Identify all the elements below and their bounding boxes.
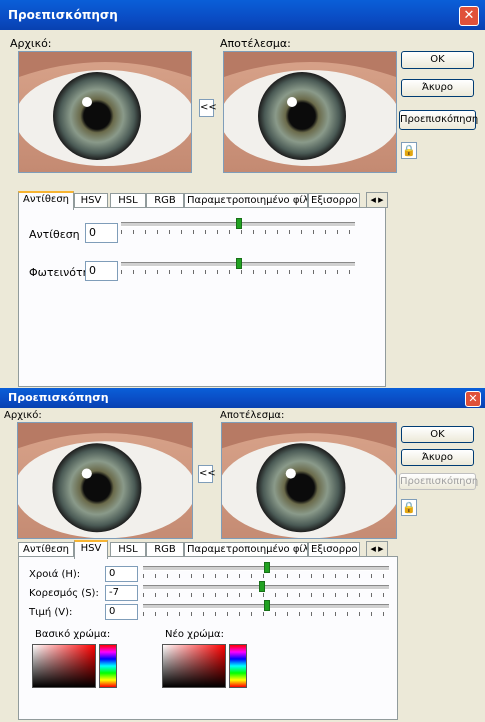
lock-icon[interactable]: 🔒 <box>401 499 417 516</box>
preview-button[interactable]: Προεπισκόπηση <box>399 473 478 490</box>
slider-thumb[interactable] <box>264 562 270 573</box>
hue-input[interactable]: 0 <box>105 566 138 582</box>
slider-ticks <box>121 230 355 234</box>
tab-hsl[interactable]: HSL <box>110 193 146 208</box>
cancel-button[interactable]: Άκυρο <box>401 79 474 97</box>
lock-icon[interactable]: 🔒 <box>401 142 417 159</box>
new-hue-bar[interactable] <box>229 644 247 688</box>
original-label: Αρχικό: <box>4 410 42 421</box>
slider-thumb[interactable] <box>236 258 242 269</box>
title-bar: Προεπισκόπηση ✕ <box>0 0 485 30</box>
brightness-input[interactable]: 0 <box>85 261 118 281</box>
value-label: Τιμή (V): <box>29 607 73 618</box>
slider-track <box>143 585 389 590</box>
result-image <box>223 51 397 173</box>
base-color-picker[interactable] <box>32 644 96 688</box>
base-hue-bar[interactable] <box>99 644 117 688</box>
ok-button[interactable]: OK <box>401 51 474 69</box>
tab-rgb[interactable]: RGB <box>146 193 184 208</box>
hue-slider[interactable] <box>143 562 389 578</box>
result-image <box>221 422 397 539</box>
tab-custom-filter[interactable]: Παραμετροποιημένο φίλτρο <box>184 193 308 208</box>
original-image <box>18 51 192 173</box>
window-title: Προεπισκόπηση <box>8 391 109 404</box>
brightness-slider[interactable] <box>121 258 355 276</box>
saturation-input[interactable]: -7 <box>105 585 138 601</box>
title-bar: Προεπισκόπηση ✕ <box>0 388 485 408</box>
preview-dialog-contrast: Προεπισκόπηση ✕ Αρχικό: Αποτέλεσμα: << O… <box>0 0 485 388</box>
tab-contrast[interactable]: Αντίθεση <box>18 191 74 210</box>
preview-button[interactable]: Προεπισκόπηση <box>399 110 478 130</box>
slider-ticks <box>121 270 355 274</box>
tab-contrast[interactable]: Αντίθεση <box>18 542 74 557</box>
tab-hsv[interactable]: HSV <box>74 193 108 208</box>
copy-to-original-button[interactable]: << <box>198 465 216 483</box>
slider-ticks <box>143 612 389 616</box>
tab-scroll-arrows-icon[interactable]: ◀ ▶ <box>366 541 388 557</box>
window-title: Προεπισκόπηση <box>8 8 118 22</box>
slider-thumb[interactable] <box>259 581 265 592</box>
eye-image <box>222 423 396 538</box>
tab-hsl[interactable]: HSL <box>110 542 146 557</box>
contrast-label: Αντίθεση <box>29 228 80 241</box>
close-icon[interactable]: ✕ <box>465 391 481 407</box>
contrast-slider[interactable] <box>121 218 355 236</box>
hue-label: Χροιά (H): <box>29 569 81 580</box>
tab-equalize[interactable]: Εξισορρο <box>308 193 360 208</box>
slider-thumb[interactable] <box>264 600 270 611</box>
original-label: Αρχικό: <box>10 37 52 50</box>
original-image <box>17 422 193 539</box>
tab-rgb[interactable]: RGB <box>146 542 184 557</box>
contrast-input[interactable]: 0 <box>85 223 118 243</box>
tab-custom-filter[interactable]: Παραμετροποιημένο φίλτρο <box>184 542 308 557</box>
saturation-label: Κορεσμός (S): <box>29 588 99 599</box>
eye-image <box>19 52 191 172</box>
new-color-label: Νέο χρώμα: <box>165 629 225 640</box>
eye-image <box>224 52 396 172</box>
tab-scroll-arrows-icon[interactable]: ◀ ▶ <box>366 192 388 208</box>
slider-ticks <box>143 574 389 578</box>
preview-dialog-hsv: Προεπισκόπηση ✕ Αρχικό: Αποτέλεσμα: << O… <box>0 388 485 722</box>
tab-hsv[interactable]: HSV <box>74 540 108 559</box>
base-color-label: Βασικό χρώμα: <box>35 629 111 640</box>
copy-to-original-button[interactable]: << <box>199 99 217 117</box>
saturation-slider[interactable] <box>143 581 389 597</box>
value-slider[interactable] <box>143 600 389 616</box>
ok-button[interactable]: OK <box>401 426 474 443</box>
result-label: Αποτέλεσμα: <box>220 37 291 50</box>
slider-thumb[interactable] <box>236 218 242 229</box>
slider-ticks <box>143 593 389 597</box>
contrast-panel: Αντίθεση 0 Φωτεινότητ 0 <box>18 207 386 387</box>
eye-image <box>18 423 192 538</box>
hsv-panel: Χροιά (H): 0 Κορεσμός (S): -7 Τιμή (V): … <box>18 556 398 720</box>
new-color-picker[interactable] <box>162 644 226 688</box>
result-label: Αποτέλεσμα: <box>220 410 285 421</box>
cancel-button[interactable]: Άκυρο <box>401 449 474 466</box>
close-icon[interactable]: ✕ <box>459 6 479 26</box>
value-input[interactable]: 0 <box>105 604 138 620</box>
tab-equalize[interactable]: Εξισορρο <box>308 542 360 557</box>
